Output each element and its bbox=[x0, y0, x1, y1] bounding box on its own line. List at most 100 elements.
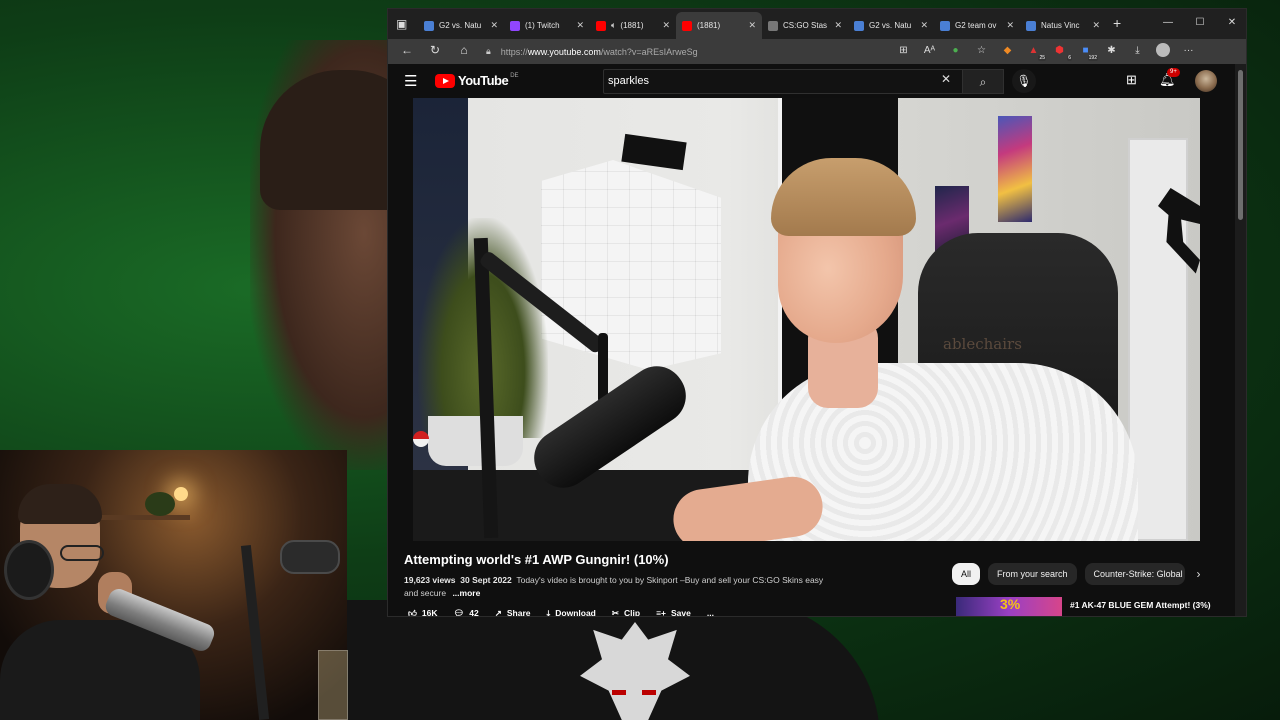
glasses bbox=[60, 545, 104, 561]
downloads-icon[interactable]: ⤓ bbox=[1130, 43, 1145, 58]
like-count: 16K bbox=[421, 608, 438, 617]
page-scrollbar[interactable] bbox=[1235, 64, 1246, 616]
video-player[interactable]: ablechairs bbox=[413, 98, 1200, 541]
recommended-video-title[interactable]: #1 AK-47 BLUE GEM Attempt! (3%) bbox=[1070, 599, 1220, 611]
search-button[interactable]: ⌕ bbox=[962, 69, 1004, 94]
g2-logo-eye-right bbox=[642, 690, 656, 695]
mic-cable bbox=[598, 333, 608, 403]
download-button[interactable]: ⤓ Download bbox=[547, 607, 596, 617]
maximize-button[interactable]: ☐ bbox=[1184, 9, 1216, 39]
refresh-button[interactable]: ↻ bbox=[426, 43, 444, 57]
tab-6[interactable]: G2 team ov ✕ bbox=[934, 12, 1020, 39]
video-description[interactable]: 19,623 views 30 Sept 2022 Today's video … bbox=[404, 574, 824, 600]
notifications-bell-icon[interactable]: 🔔︎ 9+ bbox=[1159, 68, 1180, 88]
video-scene-poster bbox=[998, 116, 1032, 222]
app-available-icon[interactable]: ⊞ bbox=[896, 43, 911, 58]
share-label: Share bbox=[506, 608, 531, 617]
tab-close-icon[interactable]: ✕ bbox=[662, 20, 670, 31]
home-button[interactable]: ⌂ bbox=[455, 43, 473, 57]
hamburger-menu-icon[interactable]: ☰ bbox=[404, 72, 417, 90]
share-button[interactable]: ↗ Share bbox=[495, 607, 531, 617]
recommended-video-thumbnail[interactable]: 3% bbox=[956, 597, 1062, 616]
download-label: Download bbox=[555, 608, 596, 617]
tab-3[interactable]: (1881) ✕ bbox=[676, 12, 762, 39]
account-avatar[interactable] bbox=[1195, 70, 1217, 92]
clear-search-icon[interactable]: ✕ bbox=[941, 72, 951, 86]
profile-icon[interactable] bbox=[1156, 43, 1170, 57]
tab-title: (1881) bbox=[620, 21, 644, 30]
toolbar-icons: ⊞ Aᴬ ● ☆ ◆ ▲ 25 ⬢ 6 ■ 192 ✱ ⤓ ··· bbox=[896, 43, 1196, 61]
tab-close-icon[interactable]: ✕ bbox=[920, 20, 928, 31]
tab-4[interactable]: CS:GO Stas ✕ bbox=[762, 12, 848, 39]
tab-1[interactable]: (1) Twitch ✕ bbox=[504, 12, 590, 39]
tab-close-icon[interactable]: ✕ bbox=[1092, 20, 1100, 31]
extensions-puzzle-icon[interactable]: ✱ bbox=[1104, 43, 1119, 58]
tab-title: G2 vs. Natu bbox=[439, 21, 482, 30]
save-button[interactable]: ≡+ Save bbox=[656, 607, 691, 617]
tab-2[interactable]: 🔈︎ (1881) ✕ bbox=[590, 12, 676, 39]
more-actions-button[interactable]: ... bbox=[707, 607, 714, 616]
tab-7[interactable]: Natus Vinc ✕ bbox=[1020, 12, 1106, 39]
tab-close-icon[interactable]: ✕ bbox=[490, 20, 498, 31]
show-more-button[interactable]: ...more bbox=[452, 588, 480, 598]
tab-close-icon[interactable]: ✕ bbox=[834, 20, 842, 31]
thumbs-up-icon: 👍︎ bbox=[408, 607, 417, 617]
chip-all[interactable]: All bbox=[952, 563, 981, 585]
lock-icon[interactable]: 🔒︎ bbox=[486, 46, 491, 57]
new-tab-button[interactable]: + bbox=[1113, 15, 1121, 31]
clip-button[interactable]: ✂ Clip bbox=[612, 607, 640, 617]
tab-audio-icon[interactable]: 🔈︎ bbox=[611, 20, 616, 31]
chip-from-your-search[interactable]: From your search bbox=[988, 563, 1077, 585]
tab-title: G2 vs. Natu bbox=[869, 21, 912, 30]
tab-list: G2 vs. Natu ✕ (1) Twitch ✕ 🔈︎ (1881) ✕ (1881) ✕ C… bbox=[418, 12, 1106, 39]
twitch-icon bbox=[510, 20, 520, 31]
youtube-page: ☰ YouTube DE sparkles ✕ ⌕ 🎙︎ ⊞ 🔔︎ 9+ abl… bbox=[388, 64, 1237, 617]
acoustic-panels bbox=[541, 160, 721, 370]
url-prefix: https:// bbox=[500, 46, 528, 57]
extension-badge-c: 192 bbox=[1087, 55, 1098, 61]
back-button[interactable]: ← bbox=[398, 43, 416, 57]
extension-green-icon[interactable]: ● bbox=[948, 43, 963, 58]
scissors-icon: ✂ bbox=[611, 607, 619, 617]
voice-search-icon[interactable]: 🎙︎ bbox=[1012, 69, 1036, 93]
like-button[interactable]: 👍︎ 16K bbox=[408, 607, 437, 617]
create-video-icon[interactable]: ⊞ bbox=[1126, 72, 1137, 88]
url-host: www.youtube.com bbox=[527, 46, 601, 57]
search-input[interactable]: sparkles bbox=[603, 69, 963, 94]
comments-button[interactable]: 💬︎ 42 bbox=[453, 607, 478, 617]
playlist-add-icon: ≡+ bbox=[656, 608, 666, 617]
youtube-logo[interactable]: YouTube DE bbox=[435, 73, 519, 88]
browser-window: ▣ G2 vs. Natu ✕ (1) Twitch ✕ 🔈︎ (1881) ✕ (1881)… bbox=[387, 8, 1247, 617]
window-controls: — ☐ ✕ bbox=[1152, 9, 1246, 39]
page-icon bbox=[424, 20, 434, 31]
upload-date: 30 Sept 2022 bbox=[460, 575, 512, 585]
tab-5[interactable]: G2 vs. Natu ✕ bbox=[848, 12, 934, 39]
tab-close-icon[interactable]: ✕ bbox=[748, 20, 756, 31]
extension-badge-a: 25 bbox=[1038, 55, 1046, 61]
webcam-plant bbox=[145, 492, 175, 516]
tab-close-icon[interactable]: ✕ bbox=[1006, 20, 1014, 31]
related-filter-chips: All From your search Counter-Strike: Glo… bbox=[952, 563, 1201, 585]
settings-more-icon[interactable]: ··· bbox=[1181, 43, 1196, 58]
tab-0[interactable]: G2 vs. Natu ✕ bbox=[418, 12, 504, 39]
tab-title: (1) Twitch bbox=[525, 21, 560, 30]
metamask-extension-icon[interactable]: ◆ bbox=[1000, 43, 1015, 58]
favorite-star-icon[interactable]: ☆ bbox=[974, 43, 989, 58]
chip-counter-strike[interactable]: Counter-Strike: Global bbox=[1084, 563, 1185, 585]
tab-actions-icon[interactable]: ▣ bbox=[396, 17, 410, 31]
minimize-button[interactable]: — bbox=[1152, 9, 1184, 39]
extension-blue-icon[interactable]: ■ 192 bbox=[1078, 43, 1098, 61]
video-title: Attempting world's #1 AWP Gungnir! (10%) bbox=[404, 552, 669, 567]
close-window-button[interactable]: ✕ bbox=[1216, 9, 1246, 39]
chevron-right-icon[interactable]: › bbox=[1197, 567, 1201, 581]
tab-close-icon[interactable]: ✕ bbox=[576, 20, 584, 31]
adblock-extension-icon[interactable]: ⬢ 6 bbox=[1052, 43, 1072, 61]
address-bar[interactable]: 🔒︎ https://www.youtube.com/watch?v=aREsI… bbox=[486, 42, 906, 61]
address-bar-row: ← ↻ ⌂ 🔒︎ https://www.youtube.com/watch?v… bbox=[388, 39, 1246, 64]
headphones bbox=[4, 540, 54, 600]
scrollbar-thumb[interactable] bbox=[1238, 70, 1243, 220]
youtube-header: ☰ YouTube DE sparkles ✕ ⌕ 🎙︎ ⊞ 🔔︎ 9+ bbox=[388, 64, 1237, 98]
read-aloud-icon[interactable]: Aᴬ bbox=[922, 43, 937, 58]
tab-title: G2 team ov bbox=[955, 21, 997, 30]
extension-red-icon[interactable]: ▲ 25 bbox=[1026, 43, 1046, 61]
